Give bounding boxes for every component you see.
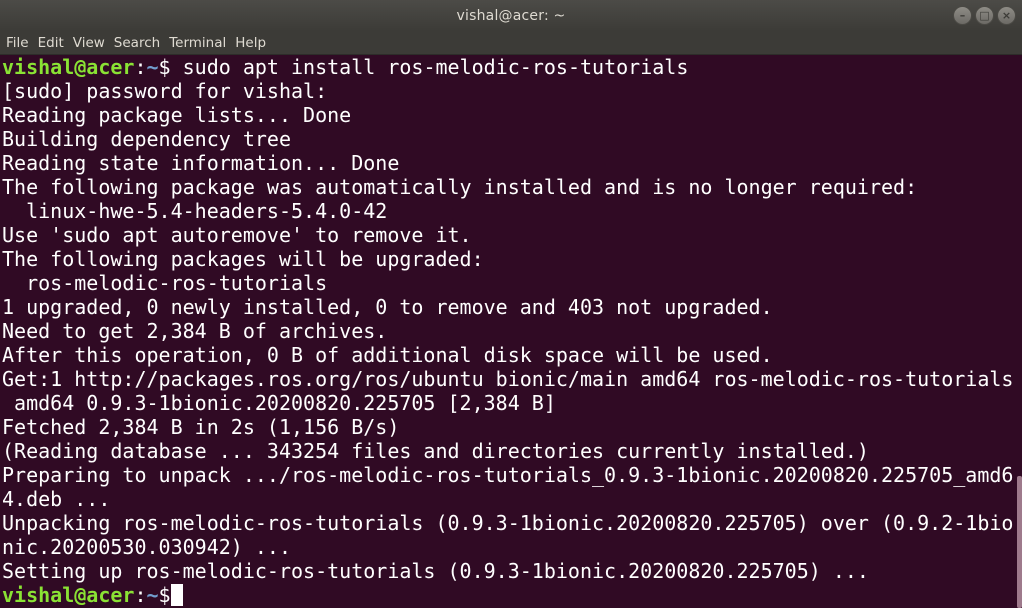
prompt-path: ~: [146, 583, 159, 607]
menu-search[interactable]: Search: [114, 35, 160, 51]
terminal-window: vishal@acer: ~ – □ × File Edit View Sear…: [0, 0, 1022, 608]
output-line: 1 upgraded, 0 newly installed, 0 to remo…: [2, 295, 773, 319]
menu-help[interactable]: Help: [235, 35, 266, 51]
command-line: vishal@acer:~$ sudo apt install ros-melo…: [0, 55, 1017, 79]
output-line: Building dependency tree: [2, 127, 291, 151]
output-line: (Reading database ... 343254 files and d…: [2, 439, 869, 463]
text-cursor: [170, 584, 183, 606]
prompt-separator: :: [134, 583, 147, 607]
scrollbar-thumb[interactable]: [1017, 476, 1022, 608]
current-prompt-line[interactable]: vishal@acer:~$: [0, 583, 1017, 607]
scrollbar[interactable]: [1017, 55, 1022, 608]
menu-view[interactable]: View: [73, 35, 105, 51]
menu-edit[interactable]: Edit: [38, 35, 64, 51]
output-line: linux-hwe-5.4-headers-5.4.0-42: [2, 199, 388, 223]
maximize-icon[interactable]: □: [975, 6, 994, 25]
menu-terminal[interactable]: Terminal: [169, 35, 226, 51]
window-controls: – □ ×: [953, 6, 1016, 25]
output-line: Fetched 2,384 B in 2s (1,156 B/s): [2, 415, 400, 439]
output-line: amd64 0.9.3-1bionic.20200820.225705 [2,3…: [2, 391, 556, 415]
prompt-path: ~: [146, 55, 159, 79]
output-line: Reading state information... Done: [2, 151, 400, 175]
prompt-user-host: vishal@acer: [2, 583, 135, 607]
output-line: Get:1 http://packages.ros.org/ros/ubuntu…: [2, 367, 1014, 391]
output-line: Setting up ros-melodic-ros-tutorials (0.…: [2, 559, 869, 583]
output-line: Preparing to unpack .../ros-melodic-ros-…: [2, 463, 1014, 487]
output-line: The following package was automatically …: [2, 175, 918, 199]
output-line: After this operation, 0 B of additional …: [2, 343, 773, 367]
menu-file[interactable]: File: [6, 35, 29, 51]
window-title: vishal@acer: ~: [456, 7, 566, 24]
prompt-user-host: vishal@acer: [2, 55, 135, 79]
minimize-icon[interactable]: –: [953, 6, 972, 25]
menu-bar: File Edit View Search Terminal Help: [0, 31, 1022, 55]
output-line: nic.20200530.030942) ...: [2, 535, 291, 559]
output-line: [sudo] password for vishal:: [2, 79, 328, 103]
output-line: ros-melodic-ros-tutorials: [2, 271, 328, 295]
output-line: 4.deb ...: [2, 487, 111, 511]
output-line: The following packages will be upgraded:: [2, 247, 484, 271]
output-line: Reading package lists... Done: [2, 103, 352, 127]
terminal-output[interactable]: vishal@acer:~$ sudo apt install ros-melo…: [0, 55, 1017, 608]
prompt-symbol: $: [158, 55, 171, 79]
title-bar[interactable]: vishal@acer: ~ – □ ×: [0, 0, 1022, 31]
output-line: Use 'sudo apt autoremove' to remove it.: [2, 223, 472, 247]
command-text: sudo apt install ros-melodic-ros-tutoria…: [170, 55, 689, 79]
prompt-separator: :: [134, 55, 147, 79]
prompt-symbol: $: [158, 583, 171, 607]
output-line: Unpacking ros-melodic-ros-tutorials (0.9…: [2, 511, 1014, 535]
close-icon[interactable]: ×: [997, 6, 1016, 25]
output-line: Need to get 2,384 B of archives.: [2, 319, 388, 343]
